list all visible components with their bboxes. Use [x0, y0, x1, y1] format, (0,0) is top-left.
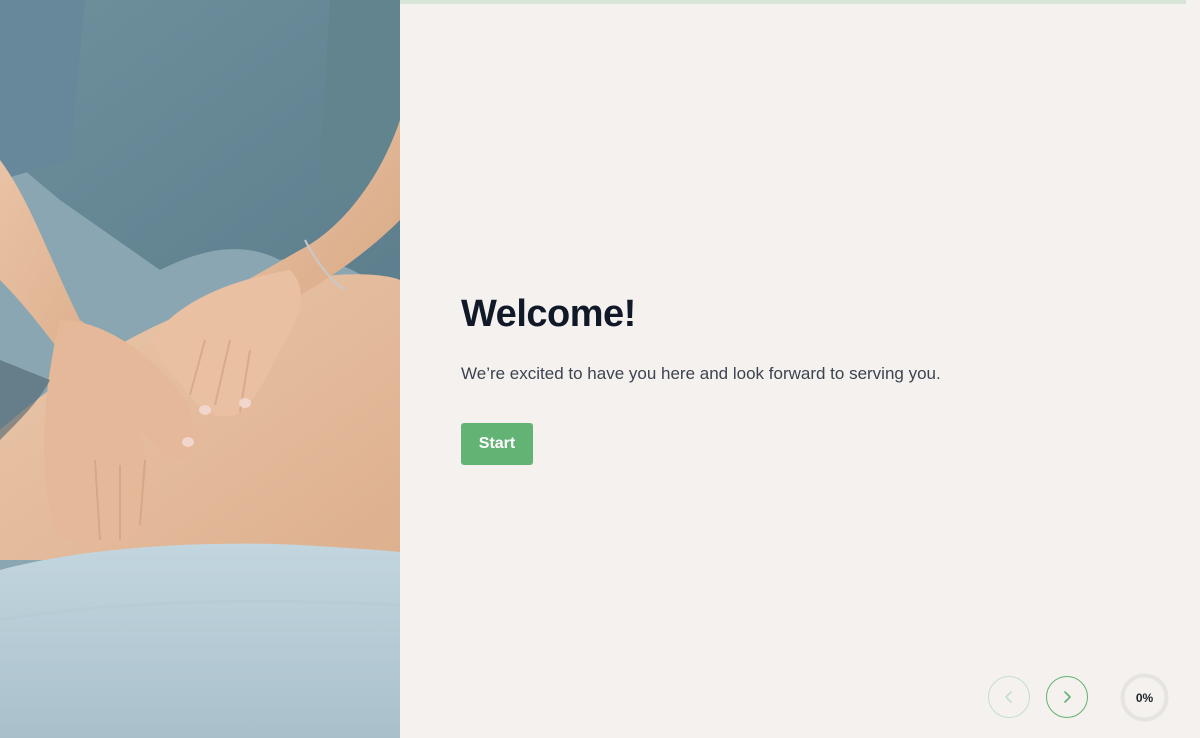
progress-bar-track — [400, 0, 1186, 4]
start-button[interactable]: Start — [461, 423, 533, 465]
previous-button[interactable] — [988, 676, 1030, 718]
hero-image — [0, 0, 400, 738]
chevron-right-icon — [1064, 691, 1071, 703]
next-button[interactable] — [1046, 676, 1088, 718]
progress-percent: 0% — [1135, 690, 1154, 705]
massage-photo-illustration — [0, 0, 400, 738]
welcome-content: Welcome! We’re excited to have you here … — [461, 292, 1101, 465]
welcome-subtitle: We’re excited to have you here and look … — [461, 364, 941, 383]
page-title: Welcome! — [461, 293, 636, 335]
chevron-left-icon — [1005, 691, 1012, 703]
welcome-page: Welcome! We’re excited to have you here … — [0, 0, 1200, 738]
